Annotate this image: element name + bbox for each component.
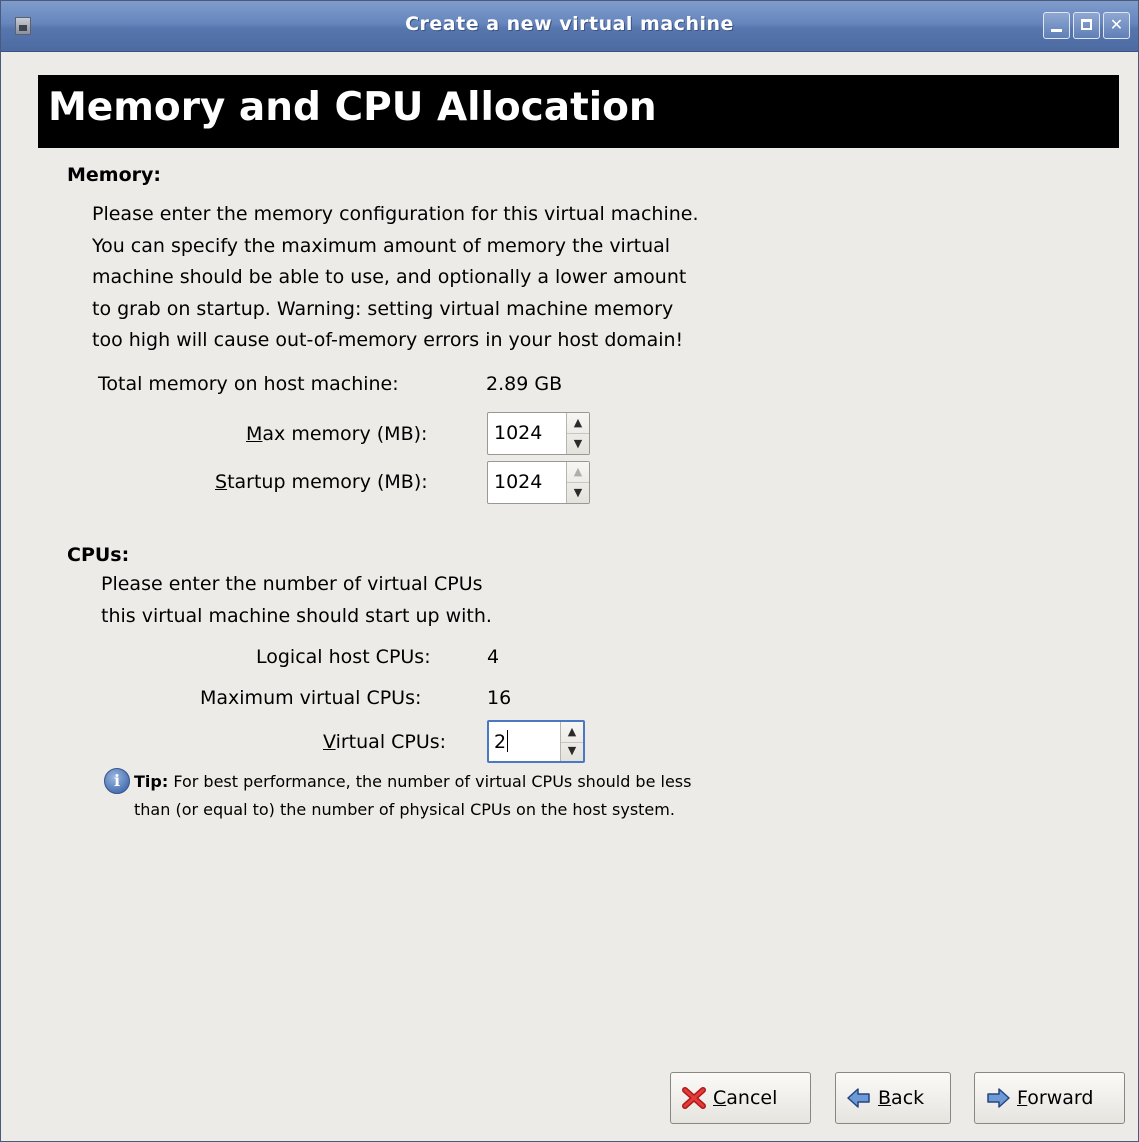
vcpus-stepper[interactable]: ▲ ▼ [560, 722, 583, 761]
vcpus-value[interactable]: 2 [494, 731, 506, 753]
decrement-arrow-icon[interactable]: ▼ [561, 741, 583, 761]
startup-memory-stepper[interactable]: ▲ ▼ [566, 462, 589, 503]
title-bar[interactable]: Create a new virtual machine ✕ [1, 1, 1138, 52]
max-memory-stepper[interactable]: ▲ ▼ [566, 413, 589, 454]
memory-description-line: You can specify the maximum amount of me… [92, 234, 671, 257]
minimize-button[interactable] [1043, 12, 1070, 39]
maximize-icon [1081, 19, 1092, 30]
memory-description: Please enter the memory configuration fo… [92, 199, 699, 357]
increment-arrow-icon[interactable]: ▲ [561, 722, 583, 743]
back-label-text: ack [891, 1087, 925, 1109]
total-memory-label: Total memory on host machine: [98, 373, 399, 395]
cancel-label: Cancel [713, 1087, 777, 1109]
close-icon: ✕ [1109, 15, 1124, 34]
info-icon: i [104, 768, 130, 794]
maximize-button[interactable] [1073, 12, 1100, 39]
logical-cpus-value: 4 [487, 646, 500, 668]
cpus-description: Please enter the number of virtual CPUs … [101, 569, 492, 632]
vcpus-input[interactable]: 2 [494, 730, 509, 753]
memory-description-line: machine should be able to use, and optio… [92, 266, 687, 288]
total-memory-value: 2.89 GB [486, 373, 563, 395]
back-label: Back [878, 1087, 924, 1109]
cancel-mnemonic: C [713, 1087, 727, 1109]
max-memory-value[interactable]: 1024 [494, 422, 542, 444]
cancel-button[interactable]: Cancel [670, 1072, 811, 1124]
startup-memory-value[interactable]: 1024 [494, 471, 542, 493]
forward-button[interactable]: Forward [974, 1072, 1125, 1124]
close-button[interactable]: ✕ [1103, 12, 1130, 39]
forward-label: Forward [1017, 1087, 1093, 1109]
back-mnemonic: B [878, 1087, 892, 1109]
tip-text-line: than (or equal to) the number of physica… [134, 800, 675, 819]
memory-section-title: Memory: [67, 164, 161, 186]
startup-memory-label: Startup memory (MB): [215, 471, 428, 493]
memory-description-line: Please enter the memory configuration fo… [92, 203, 699, 225]
forward-label-text: orward [1027, 1087, 1094, 1109]
max-memory-spinbox[interactable]: 1024 ▲ ▼ [487, 412, 590, 455]
red-x-icon [681, 1086, 707, 1110]
arrow-right-icon [985, 1086, 1011, 1110]
forward-mnemonic: F [1017, 1087, 1028, 1109]
decrement-arrow-icon[interactable]: ▼ [567, 483, 589, 503]
decrement-arrow-icon[interactable]: ▼ [567, 434, 589, 454]
cpus-section-title: CPUs: [67, 544, 130, 566]
vcpus-label-text: irtual CPUs: [335, 731, 447, 753]
max-memory-mnemonic: M [246, 423, 263, 445]
minimize-icon [1051, 29, 1062, 32]
text-caret [507, 730, 509, 752]
back-button[interactable]: Back [835, 1072, 951, 1124]
cpus-description-line: this virtual machine should start up wit… [101, 604, 492, 627]
max-vcpus-value: 16 [487, 687, 512, 709]
vcpus-spinbox[interactable]: 2 ▲ ▼ [487, 720, 585, 763]
logical-cpus-label: Logical host CPUs: [256, 646, 431, 668]
increment-arrow-icon[interactable]: ▲ [567, 413, 589, 434]
max-vcpus-label: Maximum virtual CPUs: [200, 687, 422, 709]
max-memory-label-text: ax memory (MB): [262, 423, 428, 445]
startup-memory-spinbox[interactable]: 1024 ▲ ▼ [487, 461, 590, 504]
vcpus-label: Virtual CPUs: [323, 731, 446, 753]
page-title: Memory and CPU Allocation [48, 85, 657, 130]
increment-arrow-icon[interactable]: ▲ [567, 462, 589, 483]
memory-description-line: too high will cause out-of-memory errors… [92, 329, 684, 351]
cpus-description-line: Please enter the number of virtual CPUs [101, 573, 483, 595]
max-memory-label: Max memory (MB): [246, 423, 427, 445]
performance-tip: Tip: For best performance, the number of… [134, 768, 691, 824]
startup-memory-mnemonic: S [215, 471, 228, 493]
memory-description-line: to grab on startup. Warning: setting vir… [92, 297, 674, 320]
tip-text-line: For best performance, the number of virt… [168, 772, 692, 791]
vcpus-mnemonic: V [323, 731, 336, 753]
cancel-label-text: ancel [726, 1087, 778, 1109]
dialog-window: Create a new virtual machine ✕ Memory an… [0, 0, 1139, 1142]
startup-memory-label-text: tartup memory (MB): [227, 471, 428, 493]
page-header: Memory and CPU Allocation [38, 75, 1119, 148]
window-title: Create a new virtual machine [405, 13, 734, 35]
arrow-left-icon [846, 1086, 872, 1110]
tip-label: Tip: [134, 772, 169, 791]
